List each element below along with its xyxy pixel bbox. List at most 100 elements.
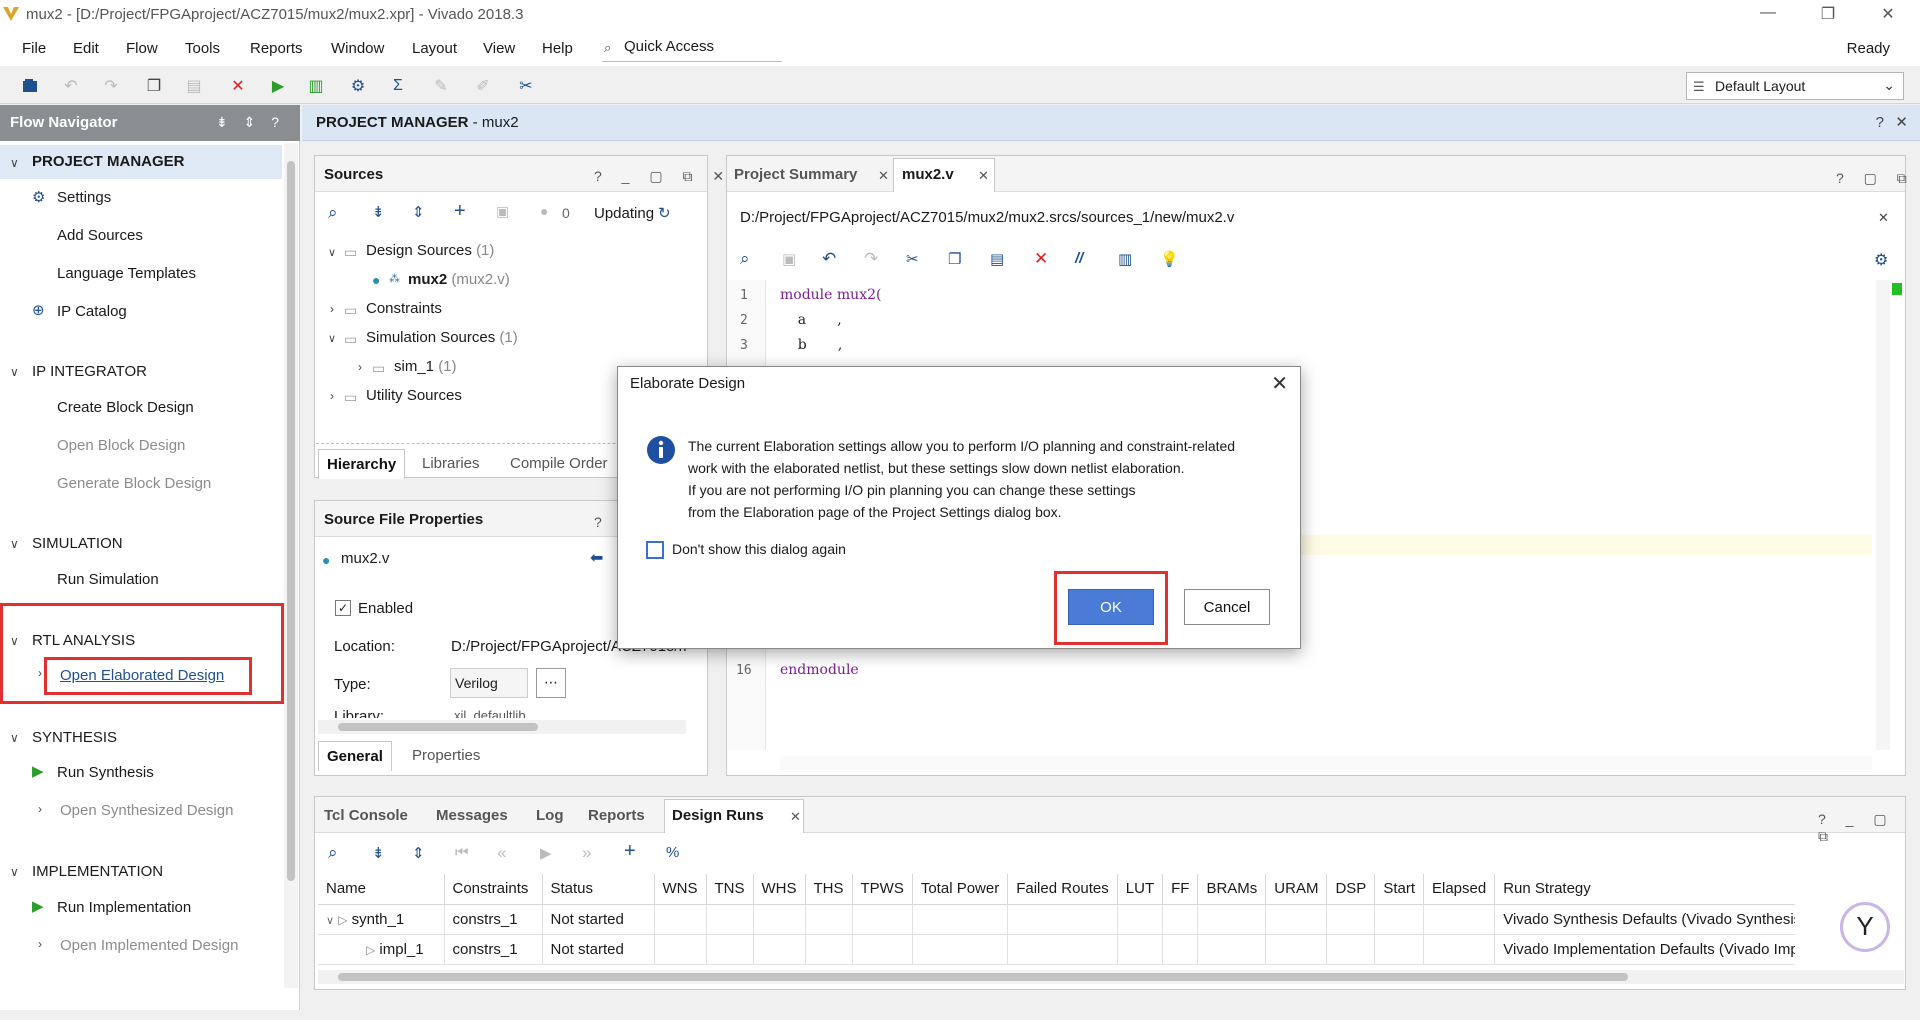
- tree-constraints[interactable]: Constraints: [366, 300, 442, 317]
- nav-open-block-design[interactable]: Open Block Design: [57, 437, 185, 454]
- back-arrow-icon[interactable]: ⬅: [590, 548, 603, 568]
- nav-section-implementation[interactable]: IMPLEMENTATION: [32, 863, 163, 880]
- col-brams[interactable]: BRAMs: [1197, 874, 1267, 905]
- close-icon[interactable]: ✕: [1878, 210, 1889, 226]
- chevron-right-icon[interactable]: ›: [330, 302, 334, 316]
- col-tpws[interactable]: TPWS: [852, 874, 913, 905]
- tab-design-runs[interactable]: Design Runs: [672, 807, 764, 824]
- help-icon[interactable]: ?: [1876, 114, 1884, 131]
- paste-icon[interactable]: ▤: [183, 75, 205, 97]
- search-icon[interactable]: ⌕: [328, 203, 338, 223]
- tab-hierarchy[interactable]: Hierarchy: [318, 449, 406, 479]
- copy-icon[interactable]: ❐: [948, 250, 961, 268]
- nav-open-synthesized-design[interactable]: Open Synthesized Design: [60, 802, 233, 819]
- tab-general[interactable]: General: [318, 741, 392, 771]
- tree-mux2[interactable]: mux2 (mux2.v): [408, 271, 510, 288]
- nav-language-templates[interactable]: Language Templates: [57, 265, 196, 282]
- tab-reports[interactable]: Reports: [588, 807, 645, 824]
- code-line[interactable]: module mux2(: [780, 287, 881, 303]
- next-icon[interactable]: »: [582, 843, 591, 863]
- close-icon[interactable]: ✕: [878, 168, 889, 184]
- collapse-all-icon[interactable]: ⇟: [372, 203, 385, 221]
- redo-icon[interactable]: ↷: [100, 75, 122, 97]
- col-name[interactable]: Name: [318, 874, 445, 905]
- close-icon[interactable]: ✕: [790, 809, 801, 825]
- menu-window[interactable]: Window: [331, 40, 384, 57]
- gear-icon[interactable]: ⚙: [1874, 250, 1888, 270]
- cancel-button[interactable]: Cancel: [1184, 589, 1270, 625]
- chevron-down-icon[interactable]: ∨: [328, 246, 336, 259]
- open-project-icon[interactable]: [20, 75, 42, 97]
- nav-settings[interactable]: Settings: [57, 189, 111, 206]
- ok-button[interactable]: OK: [1068, 589, 1154, 625]
- dont-show-again-label[interactable]: Don't show this dialog again: [672, 541, 846, 557]
- maximize-button[interactable]: ❐: [1816, 4, 1840, 26]
- code-line[interactable]: a ,: [780, 312, 842, 328]
- expand-all-icon[interactable]: ⇕: [412, 203, 425, 221]
- col-wns[interactable]: WNS: [654, 874, 707, 905]
- sigma-icon[interactable]: Σ: [387, 75, 409, 97]
- menu-flow[interactable]: Flow: [126, 40, 158, 57]
- flow-navigator-scrollbar[interactable]: [284, 143, 298, 988]
- chevron-right-icon[interactable]: ›: [358, 360, 362, 374]
- nav-open-implemented-design[interactable]: Open Implemented Design: [60, 937, 238, 954]
- code-line[interactable]: endmodule: [780, 662, 859, 678]
- chevron-right-icon[interactable]: ›: [38, 802, 42, 816]
- tab-mux2-v[interactable]: mux2.v: [902, 166, 954, 183]
- col-total-power[interactable]: Total Power: [912, 874, 1009, 905]
- close-icon[interactable]: ✕: [978, 168, 989, 184]
- nav-ip-catalog[interactable]: IP Catalog: [57, 303, 127, 320]
- chevron-down-icon[interactable]: ∨: [10, 865, 19, 879]
- search-icon[interactable]: ⌕: [740, 249, 750, 269]
- search-icon[interactable]: ⌕: [328, 843, 338, 863]
- col-ff[interactable]: FF: [1162, 874, 1199, 905]
- layout-select[interactable]: ☰ Default Layout ⌄: [1686, 72, 1904, 100]
- nav-section-project-manager[interactable]: PROJECT MANAGER: [32, 153, 185, 170]
- tree-design-sources[interactable]: Design Sources (1): [366, 242, 494, 259]
- chevron-down-icon[interactable]: ∨: [10, 731, 19, 745]
- tab-project-summary[interactable]: Project Summary: [734, 166, 857, 183]
- cut-icon[interactable]: ✂: [906, 250, 919, 268]
- col-run-strategy[interactable]: Run Strategy: [1494, 874, 1795, 905]
- dont-show-again-checkbox[interactable]: [646, 541, 664, 559]
- undo-icon[interactable]: ↶: [822, 249, 836, 269]
- dialog-close-button[interactable]: ✕: [1271, 371, 1288, 396]
- comment-icon[interactable]: //: [1075, 250, 1083, 267]
- enabled-checkbox[interactable]: ✓: [335, 600, 351, 616]
- tab-tcl-console[interactable]: Tcl Console: [324, 807, 408, 824]
- col-lut[interactable]: LUT: [1117, 874, 1164, 905]
- collapse-all-icon[interactable]: ⇟: [372, 844, 385, 862]
- chevron-right-icon[interactable]: ›: [330, 389, 334, 403]
- menu-reports[interactable]: Reports: [250, 40, 303, 57]
- percent-icon[interactable]: %: [666, 844, 679, 861]
- nav-run-synthesis[interactable]: Run Synthesis: [57, 764, 154, 781]
- scrollbar-thumb[interactable]: [287, 161, 295, 881]
- col-ths[interactable]: THS: [805, 874, 853, 905]
- runs-hscrollbar[interactable]: [318, 970, 1904, 984]
- chevron-down-icon[interactable]: ∨: [10, 634, 19, 648]
- col-dsp[interactable]: DSP: [1326, 874, 1376, 905]
- tree-sim-1[interactable]: sim_1 (1): [394, 358, 457, 375]
- nav-section-simulation[interactable]: SIMULATION: [32, 535, 123, 552]
- nav-section-synthesis[interactable]: SYNTHESIS: [32, 729, 117, 746]
- table-row[interactable]: ▷ impl_1 constrs_1 Not started Vivado Im…: [318, 934, 1795, 965]
- lightbulb-icon[interactable]: 💡: [1160, 250, 1179, 268]
- tab-properties[interactable]: Properties: [404, 741, 488, 770]
- nav-run-implementation[interactable]: Run Implementation: [57, 899, 191, 916]
- tree-utility-sources[interactable]: Utility Sources: [366, 387, 462, 404]
- tool-icon[interactable]: ✂: [515, 75, 537, 97]
- program-icon[interactable]: ▥: [305, 75, 327, 97]
- type-browse-button[interactable]: ⋯: [536, 668, 566, 698]
- menu-help[interactable]: Help: [542, 40, 573, 57]
- chevron-right-icon[interactable]: ›: [38, 666, 42, 680]
- previous-icon[interactable]: «: [497, 843, 506, 863]
- copy-icon[interactable]: ❐: [143, 75, 165, 97]
- editor-panel-controls[interactable]: ? ▢ ⧉: [1836, 170, 1915, 187]
- add-icon[interactable]: +: [454, 200, 466, 223]
- col-constraints[interactable]: Constraints: [444, 874, 543, 905]
- settings-gear-icon[interactable]: ⚙: [347, 75, 369, 97]
- type-value[interactable]: Verilog: [450, 668, 528, 698]
- menu-view[interactable]: View: [483, 40, 515, 57]
- mark-icon[interactable]: ✎: [430, 75, 452, 97]
- columns-icon[interactable]: ▥: [1118, 250, 1132, 268]
